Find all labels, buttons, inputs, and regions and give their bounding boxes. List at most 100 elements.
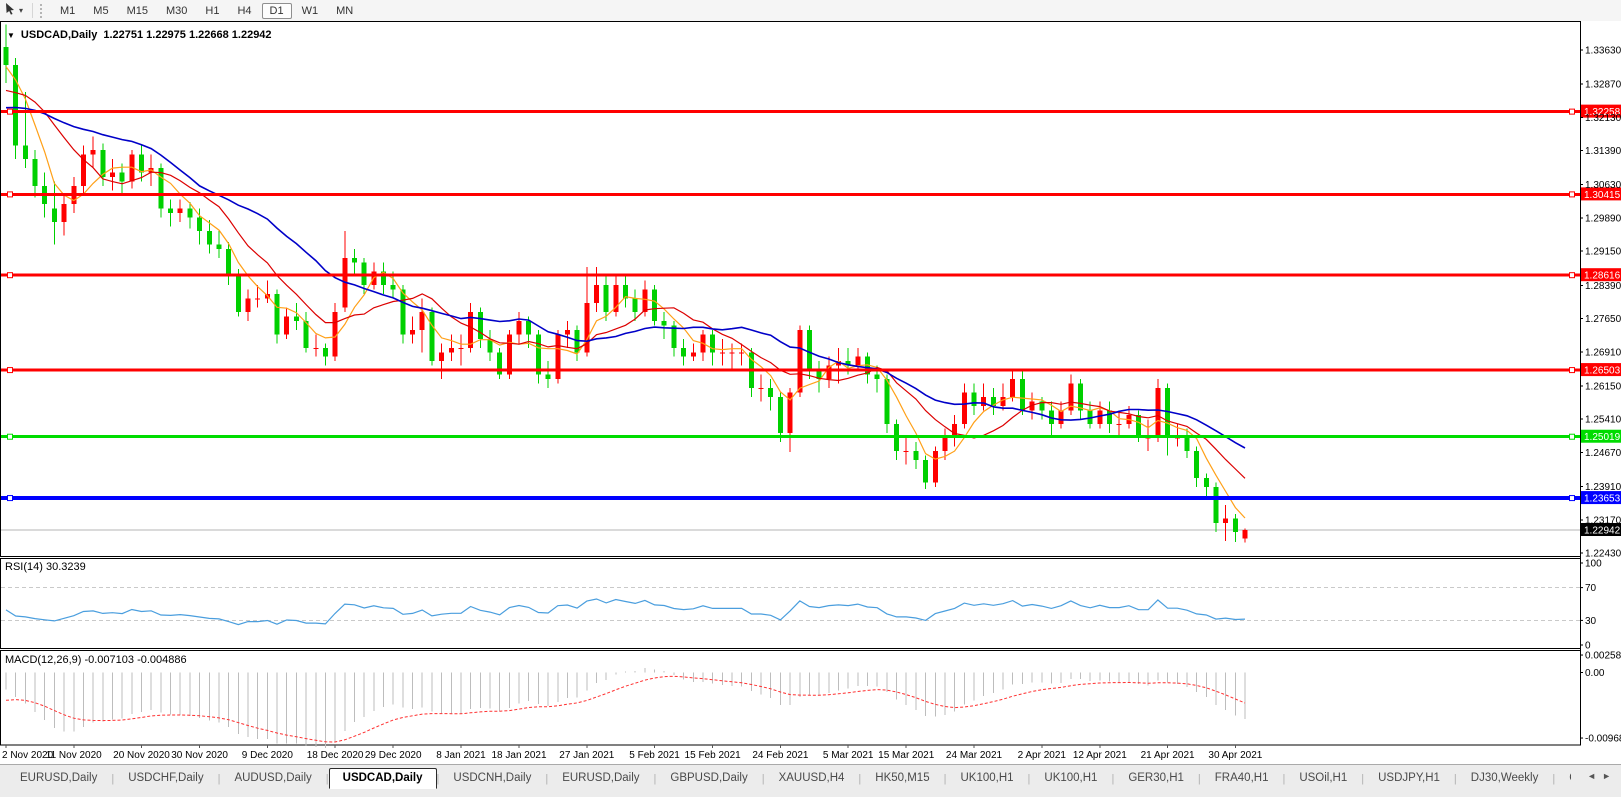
svg-text:1.24670: 1.24670: [1585, 448, 1621, 459]
chart-tab-usdjpy-h1[interactable]: USDJPY,H1: [1364, 768, 1454, 789]
chart-tab-china300-h1[interactable]: CHINA300,H1: [1555, 768, 1571, 789]
svg-text:1.23910: 1.23910: [1585, 482, 1621, 493]
chart-tabs: EURUSD,Daily|USDCHF,Daily|AUDUSD,Daily|U…: [6, 767, 1571, 789]
candlestick-series: [4, 24, 1248, 542]
chart-tab-uk100-h1[interactable]: UK100,H1: [1030, 768, 1111, 789]
hline-1.30415[interactable]: 1.30415: [1, 187, 1621, 201]
svg-text:30: 30: [1585, 616, 1597, 627]
chart-tab-hk50-m15[interactable]: HK50,M15: [861, 768, 943, 789]
svg-text:1.29150: 1.29150: [1585, 247, 1621, 258]
timeframe-button-h1[interactable]: H1: [197, 3, 227, 19]
timeframe-button-h4[interactable]: H4: [229, 3, 259, 19]
svg-text:70: 70: [1585, 583, 1597, 594]
timeframe-button-m1[interactable]: M1: [52, 3, 83, 19]
tab-scroll-arrows[interactable]: ◄►: [1587, 771, 1617, 781]
scroll-left-icon[interactable]: ◄: [1587, 771, 1602, 781]
chart-tab-dj30-weekly[interactable]: DJ30,Weekly: [1457, 768, 1553, 789]
svg-text:29 Dec 2020: 29 Dec 2020: [365, 750, 422, 761]
svg-text:21 Apr 2021: 21 Apr 2021: [1141, 750, 1195, 761]
chart-window: 1.322581.304151.286161.265031.250191.236…: [0, 21, 1621, 763]
chart-tab-usdcnh-daily[interactable]: USDCNH,Daily: [439, 768, 545, 789]
chart-title: ▼ USDCAD,Daily 1.22751 1.22975 1.22668 1…: [7, 29, 272, 41]
crosshair-tool-button[interactable]: ▾: [0, 2, 27, 20]
svg-text:1.23653: 1.23653: [1584, 494, 1621, 505]
toolbar-separator: [32, 3, 33, 18]
macd-signal-line: [6, 676, 1245, 742]
svg-text:1.30630: 1.30630: [1585, 180, 1621, 191]
price-axis: 1.33630 1.32870 1.32130 1.31390 1.30630 1.298…: [1580, 46, 1621, 560]
svg-text:11 Nov 2020: 11 Nov 2020: [46, 750, 102, 761]
timeframe-toolbar: M1M5M15M30H1H4D1W1MN: [51, 3, 362, 19]
macd-pane: 0.00258 0.00 -0.00968: [6, 651, 1621, 749]
svg-text:20 Nov 2020: 20 Nov 2020: [113, 750, 170, 761]
svg-text:1.25410: 1.25410: [1585, 415, 1621, 426]
svg-text:0.00258: 0.00258: [1585, 651, 1621, 662]
hline-1.23653[interactable]: 1.23653: [1, 491, 1621, 505]
svg-text:12 Apr 2021: 12 Apr 2021: [1073, 750, 1127, 761]
svg-text:1.28390: 1.28390: [1585, 281, 1621, 292]
svg-text:27 Jan 2021: 27 Jan 2021: [559, 750, 614, 761]
timeframe-button-m30[interactable]: M30: [158, 3, 195, 19]
svg-text:-0.00968: -0.00968: [1585, 734, 1621, 745]
svg-text:1.32870: 1.32870: [1585, 80, 1621, 91]
svg-text:1.27650: 1.27650: [1585, 314, 1621, 325]
svg-text:1.29890: 1.29890: [1585, 213, 1621, 224]
svg-text:0.00: 0.00: [1585, 668, 1605, 679]
svg-text:30 Apr 2021: 30 Apr 2021: [1208, 750, 1262, 761]
timeframe-button-m15[interactable]: M15: [119, 3, 156, 19]
svg-text:5 Feb 2021: 5 Feb 2021: [629, 750, 680, 761]
chart-tab-uk100-h1[interactable]: UK100,H1: [946, 768, 1027, 789]
cursor-icon: [4, 2, 17, 20]
svg-text:9 Dec 2020: 9 Dec 2020: [242, 750, 294, 761]
chart-tab-xauusd-h4[interactable]: XAUUSD,H4: [765, 768, 859, 789]
svg-text:15 Mar 2021: 15 Mar 2021: [878, 750, 935, 761]
chart-tab-gbpusd-daily[interactable]: GBPUSD,Daily: [656, 768, 761, 789]
svg-text:1.30415: 1.30415: [1584, 190, 1621, 201]
hline-1.32258[interactable]: 1.32258: [1, 105, 1621, 119]
svg-text:2 Apr 2021: 2 Apr 2021: [1018, 750, 1067, 761]
chart-tab-bar: EURUSD,Daily|USDCHF,Daily|AUDUSD,Daily|U…: [0, 764, 1621, 797]
collapse-triangle-icon[interactable]: ▼: [7, 31, 15, 40]
chart-symbol-period: USDCAD,Daily: [21, 29, 97, 41]
chart-tab-usdchf-daily[interactable]: USDCHF,Daily: [114, 768, 217, 789]
timeframe-button-mn[interactable]: MN: [328, 3, 361, 19]
svg-text:1.22942: 1.22942: [1584, 526, 1621, 537]
chart-tab-usoil-h1[interactable]: USOil,H1: [1285, 768, 1361, 789]
hline-1.25019[interactable]: 1.25019: [1, 430, 1621, 444]
svg-text:18 Dec 2020: 18 Dec 2020: [307, 750, 364, 761]
chart-tab-ger30-h1[interactable]: GER30,H1: [1114, 768, 1198, 789]
svg-text:1.33630: 1.33630: [1585, 46, 1621, 57]
chart-tab-fra40-h1[interactable]: FRA40,H1: [1201, 768, 1283, 789]
svg-text:1.26503: 1.26503: [1584, 366, 1621, 377]
svg-text:24 Feb 2021: 24 Feb 2021: [752, 750, 809, 761]
chevron-down-icon[interactable]: ▾: [19, 6, 23, 15]
toolbar: ▾ M1M5M15M30H1H4D1W1MN: [0, 0, 1621, 22]
timeframe-button-m5[interactable]: M5: [85, 3, 116, 19]
rsi-indicator-label: RSI(14) 30.3239: [5, 561, 86, 573]
toolbar-grip-handle[interactable]: [40, 4, 45, 18]
svg-text:18 Jan 2021: 18 Jan 2021: [492, 750, 547, 761]
svg-text:1.25019: 1.25019: [1584, 432, 1621, 443]
svg-text:5 Mar 2021: 5 Mar 2021: [823, 750, 874, 761]
svg-text:1.32130: 1.32130: [1585, 113, 1621, 124]
macd-indicator-label: MACD(12,26,9) -0.007103 -0.004886: [5, 654, 187, 666]
chart-tab-audusd-daily[interactable]: AUDUSD,Daily: [220, 768, 325, 789]
svg-text:1.26150: 1.26150: [1585, 381, 1621, 392]
timeframe-button-d1[interactable]: D1: [262, 3, 292, 19]
chart-tab-usdcad-daily[interactable]: USDCAD,Daily: [329, 768, 437, 789]
scroll-right-icon[interactable]: ►: [1602, 771, 1617, 781]
rsi-pane: 10070300: [1, 559, 1602, 652]
pane-frames: [1, 21, 1581, 745]
svg-text:15 Feb 2021: 15 Feb 2021: [685, 750, 742, 761]
svg-text:100: 100: [1585, 559, 1602, 570]
chart-tab-eurusd-daily[interactable]: EURUSD,Daily: [548, 768, 653, 789]
price-chart-canvas[interactable]: 1.322581.304151.286161.265031.250191.236…: [0, 21, 1621, 763]
svg-text:1.31390: 1.31390: [1585, 146, 1621, 157]
chart-ohlc-values: 1.22751 1.22975 1.22668 1.22942: [103, 29, 271, 41]
svg-text:1.26910: 1.26910: [1585, 347, 1621, 358]
timeframe-button-w1[interactable]: W1: [294, 3, 327, 19]
svg-text:8 Jan 2021: 8 Jan 2021: [436, 750, 486, 761]
svg-text:30 Nov 2020: 30 Nov 2020: [171, 750, 228, 761]
chart-tab-eurusd-daily[interactable]: EURUSD,Daily: [6, 768, 111, 789]
svg-text:24 Mar 2021: 24 Mar 2021: [946, 750, 1003, 761]
